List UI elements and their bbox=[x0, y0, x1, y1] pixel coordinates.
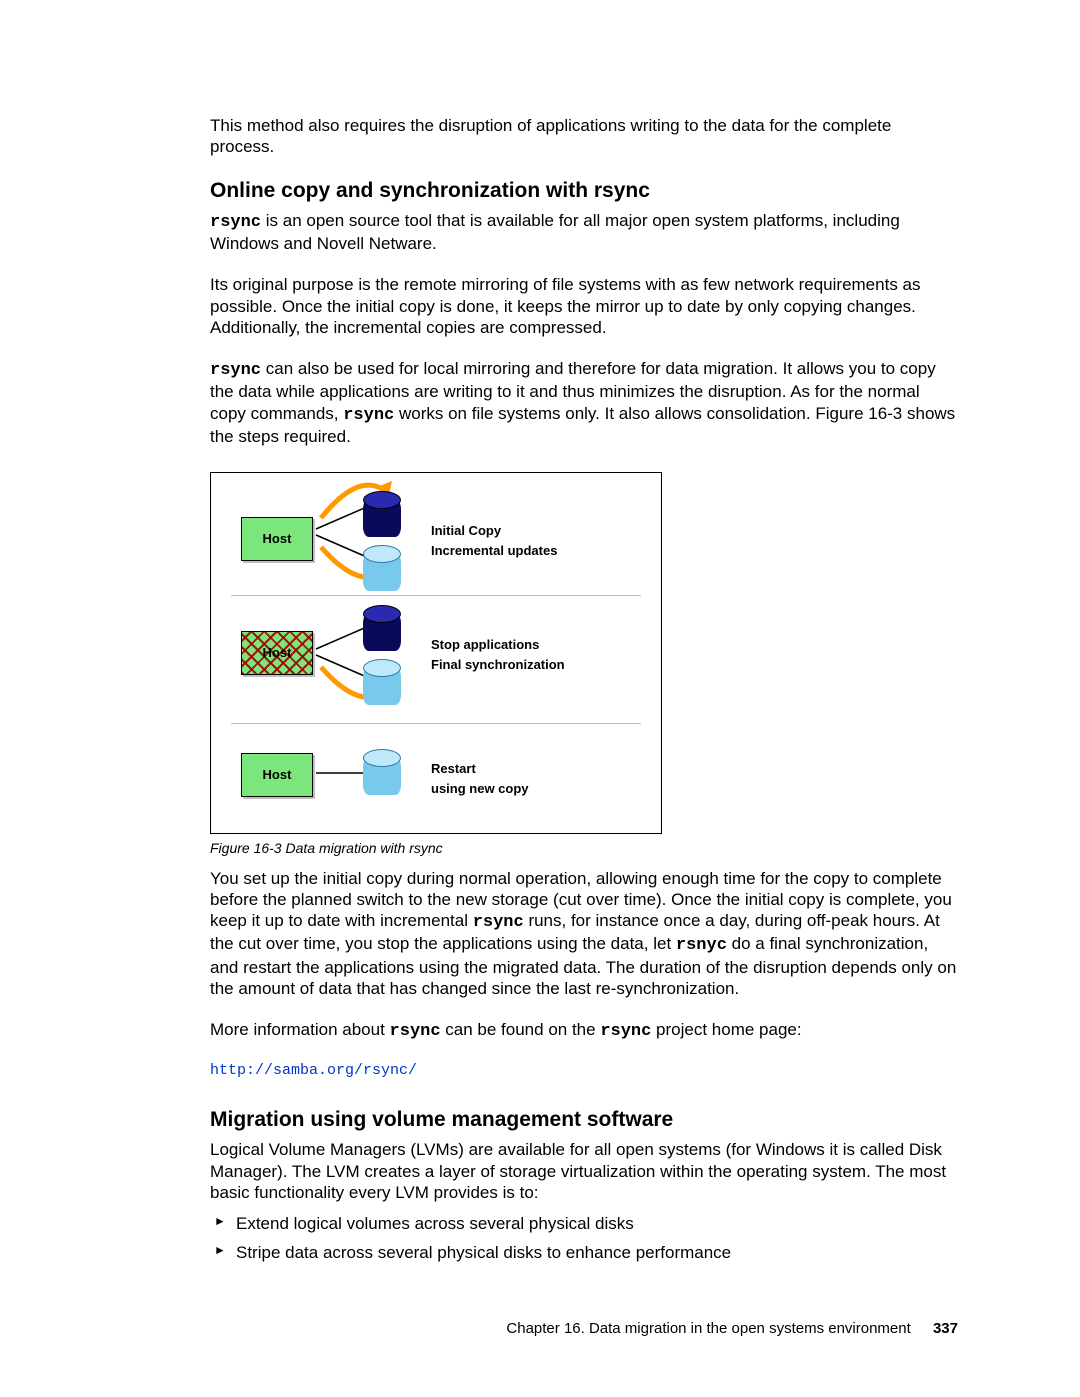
label-new-copy: using new copy bbox=[431, 779, 529, 799]
p-purpose: Its original purpose is the remote mirro… bbox=[210, 274, 960, 338]
figure-caption: Figure 16-3 Data migration with rsync bbox=[210, 840, 960, 858]
heading-rsync: Online copy and synchronization with rsy… bbox=[210, 178, 960, 204]
page: This method also requires the disruption… bbox=[0, 0, 1080, 1397]
code-rsync: rsync bbox=[210, 213, 261, 232]
code-rsync: rsync bbox=[473, 913, 524, 932]
figure-row-3: Host Restart using new copy bbox=[211, 731, 661, 839]
text: More information about bbox=[210, 1020, 390, 1039]
host-box: Host bbox=[241, 753, 313, 797]
label-final-sync: Final synchronization bbox=[431, 655, 565, 675]
host-label: Host bbox=[263, 645, 292, 661]
host-label: Host bbox=[263, 531, 292, 547]
host-box: Host bbox=[241, 517, 313, 561]
figure-row-2: Host Stop applications Final synchroniza… bbox=[211, 601, 661, 709]
intro-paragraph: This method also requires the disruption… bbox=[210, 115, 960, 158]
list-item: Stripe data across several physical disk… bbox=[210, 1242, 960, 1263]
code-rsync: rsync bbox=[390, 1022, 441, 1041]
label-stop-apps: Stop applications bbox=[431, 635, 565, 655]
disk-source-icon bbox=[363, 613, 401, 651]
p-more-info: More information about rsync can be foun… bbox=[210, 1019, 960, 1042]
code-rsnyc: rsnyc bbox=[676, 936, 727, 955]
disk-source-icon bbox=[363, 499, 401, 537]
label-restart: Restart bbox=[431, 759, 529, 779]
rsync-link[interactable]: http://samba.org/rsync/ bbox=[210, 1062, 960, 1081]
text: project home page: bbox=[651, 1020, 801, 1039]
figure-row-labels: Restart using new copy bbox=[431, 759, 529, 798]
page-number: 337 bbox=[933, 1320, 958, 1337]
p-lvm: Logical Volume Managers (LVMs) are avail… bbox=[210, 1139, 960, 1203]
code-rsync: rsync bbox=[600, 1022, 651, 1041]
host-box-stopped: Host bbox=[241, 631, 313, 675]
separator bbox=[231, 723, 641, 724]
label-incremental: Incremental updates bbox=[431, 541, 557, 561]
disk-target-icon bbox=[363, 553, 401, 591]
code-rsync: rsync bbox=[343, 406, 394, 425]
label-initial-copy: Initial Copy bbox=[431, 521, 557, 541]
disk-target-icon bbox=[363, 757, 401, 795]
text: is an open source tool that is available… bbox=[210, 211, 900, 253]
figure-row-1: Host Initial Copy Incremental updates bbox=[211, 481, 661, 589]
p-local-mirror: rsync can also be used for local mirrori… bbox=[210, 358, 960, 447]
figure-16-3: Host Initial Copy Incremental updates Ho… bbox=[210, 472, 662, 834]
bullet-list: Extend logical volumes across several ph… bbox=[210, 1213, 960, 1264]
disk-target-icon bbox=[363, 667, 401, 705]
page-footer: Chapter 16. Data migration in the open s… bbox=[506, 1320, 958, 1339]
p-rsync-desc: rsync is an open source tool that is ava… bbox=[210, 210, 960, 255]
figure-row-labels: Initial Copy Incremental updates bbox=[431, 521, 557, 560]
code-rsync: rsync bbox=[210, 361, 261, 380]
p-initial-copy: You set up the initial copy during norma… bbox=[210, 868, 960, 1000]
list-item: Extend logical volumes across several ph… bbox=[210, 1213, 960, 1234]
chapter-label: Chapter 16. Data migration in the open s… bbox=[506, 1320, 910, 1337]
text: can be found on the bbox=[441, 1020, 601, 1039]
heading-lvm: Migration using volume management softwa… bbox=[210, 1107, 960, 1133]
separator bbox=[231, 595, 641, 596]
host-label: Host bbox=[263, 767, 292, 783]
figure-row-labels: Stop applications Final synchronization bbox=[431, 635, 565, 674]
